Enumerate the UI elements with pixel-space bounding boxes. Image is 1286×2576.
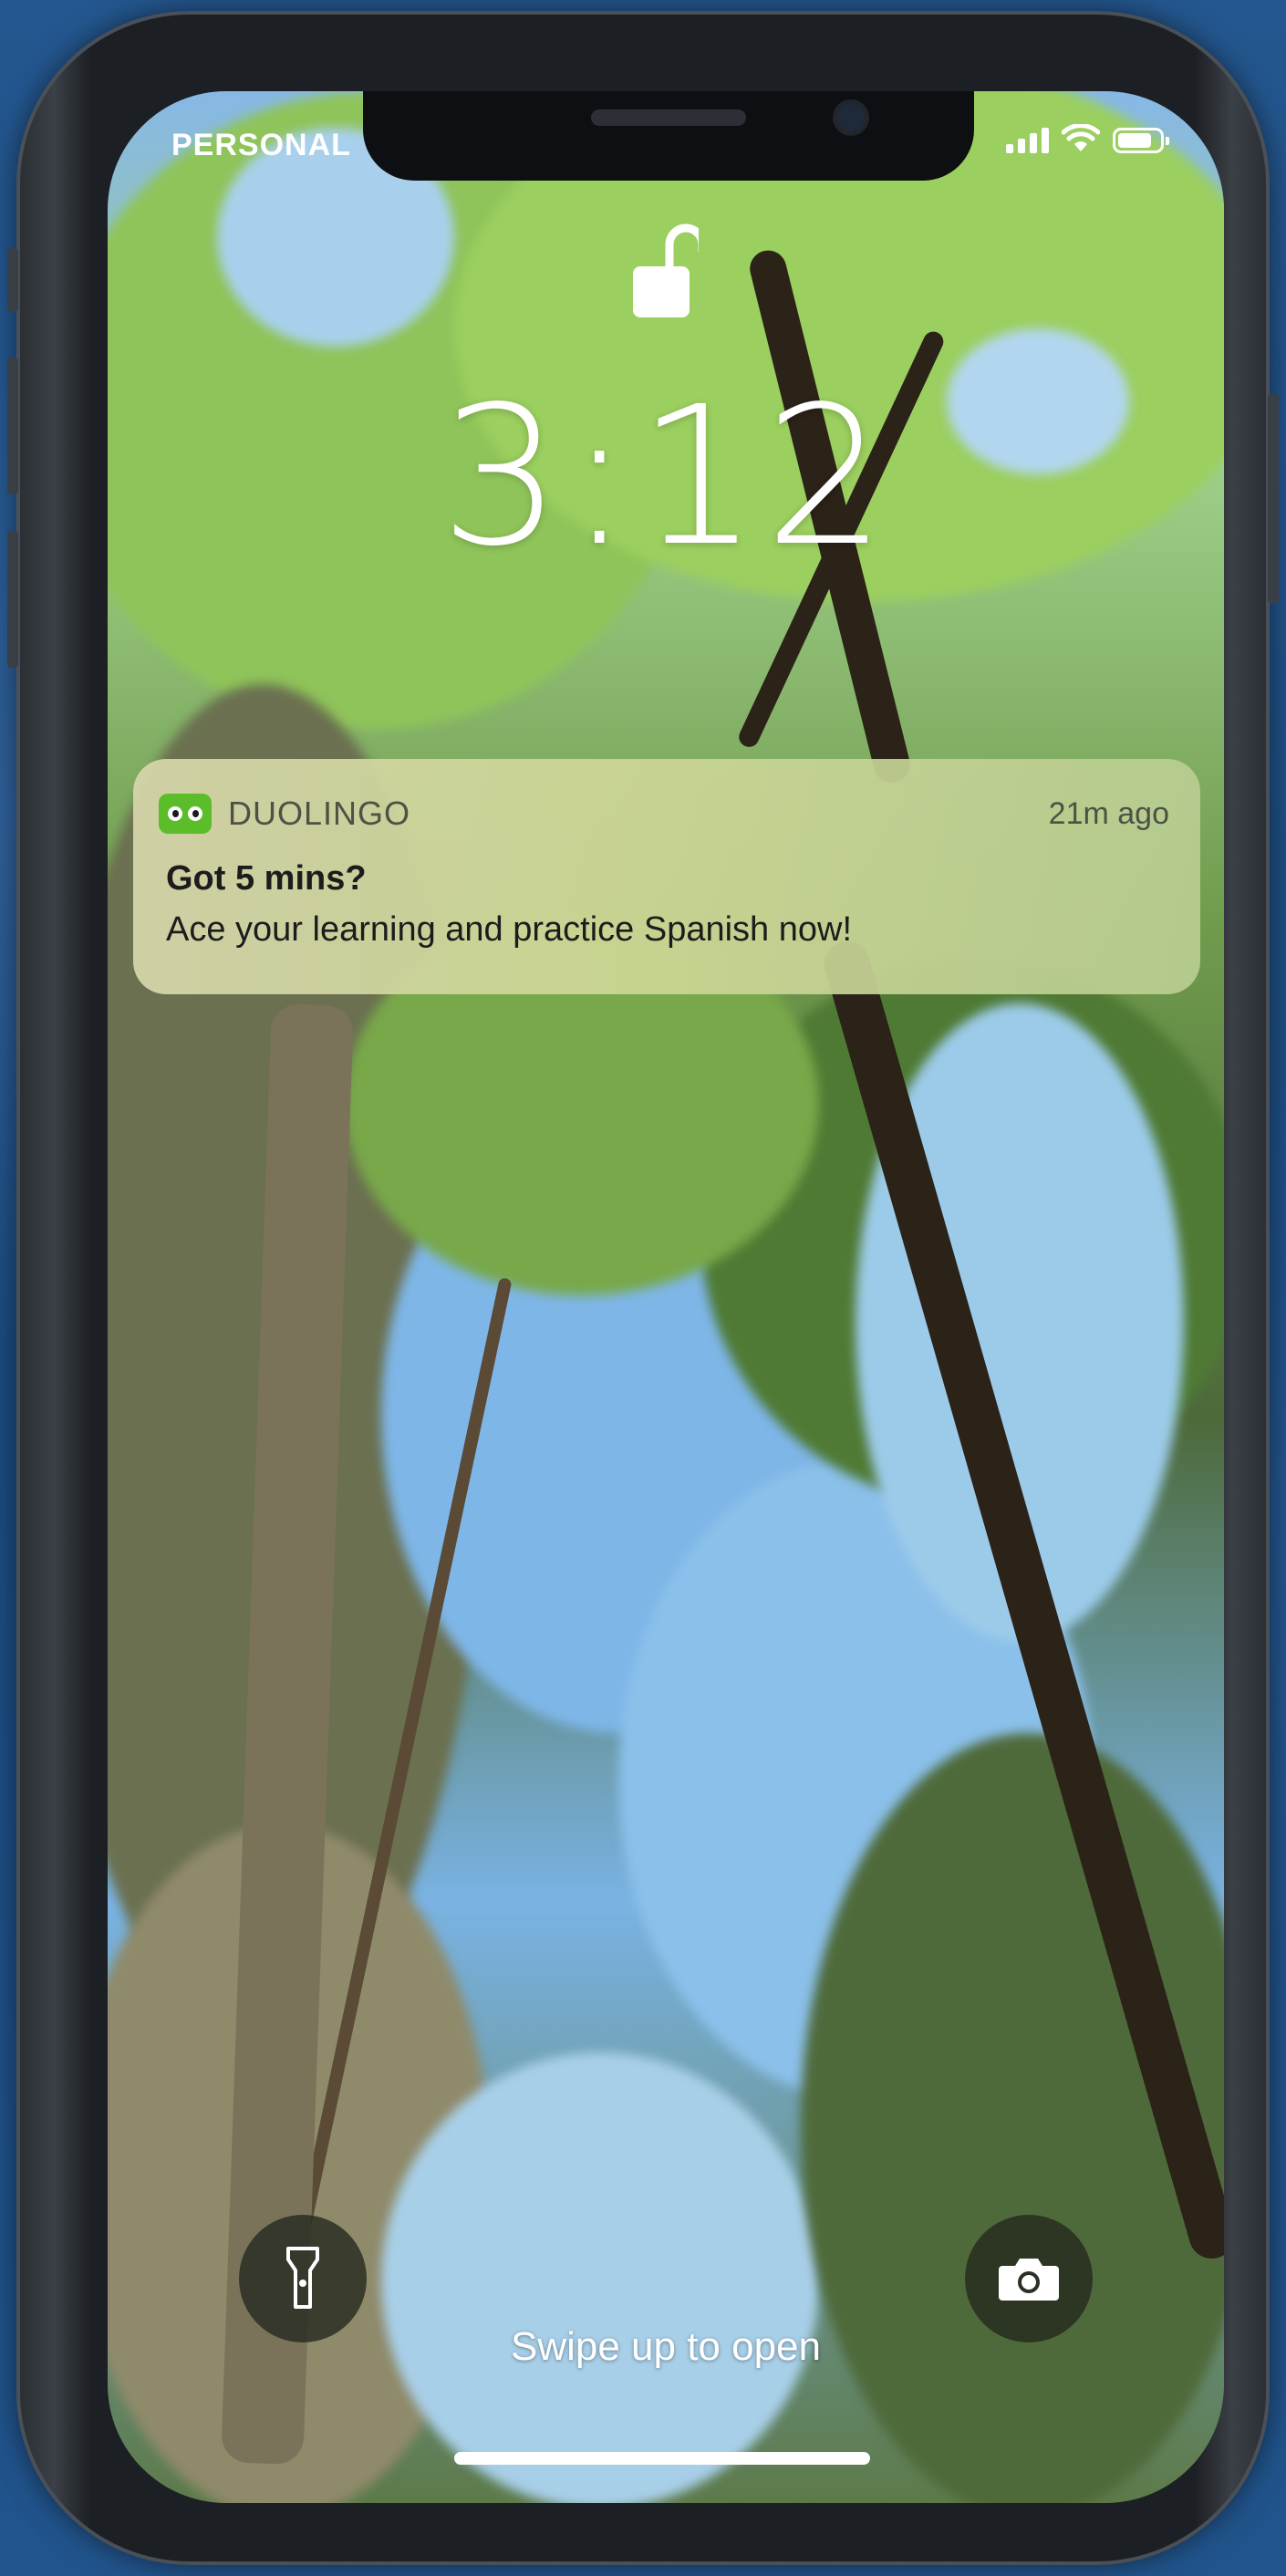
wifi-icon [1062, 124, 1100, 151]
volume-up-button [7, 358, 18, 494]
status-icons [1006, 124, 1169, 153]
unlocked-padlock-icon [633, 223, 699, 317]
phone-frame: PERSONAL 3:12 DUOLINGO 21m ago Got 5 min… [7, 11, 1279, 2565]
camera-button[interactable] [965, 2215, 1093, 2342]
flashlight-button[interactable] [239, 2215, 367, 2342]
volume-down-button [7, 531, 18, 668]
notch [363, 91, 974, 181]
camera-icon [999, 2259, 1059, 2301]
carrier-name: PERSONAL [171, 128, 351, 162]
notification-card[interactable]: DUOLINGO 21m ago Got 5 mins? Ace your le… [133, 759, 1200, 994]
flashlight-icon [286, 2247, 319, 2309]
mute-switch [7, 248, 18, 312]
clock-time: 3:12 [440, 365, 892, 588]
signal-icon [1006, 126, 1049, 153]
notification-timestamp: 21m ago [1048, 795, 1169, 831]
notification-title: Got 5 mins? [166, 859, 367, 898]
notification-body: Ace your learning and practice Spanish n… [166, 910, 853, 949]
duolingo-owl-icon [159, 794, 212, 834]
notification-header: DUOLINGO 21m ago [159, 794, 1169, 834]
front-camera [837, 104, 865, 131]
battery-icon [1113, 128, 1169, 153]
lock-screen[interactable]: PERSONAL 3:12 DUOLINGO 21m ago Got 5 min… [108, 91, 1224, 2503]
home-indicator[interactable] [454, 2452, 870, 2465]
side-button [1268, 394, 1279, 604]
notification-app-name: DUOLINGO [228, 795, 411, 832]
swipe-up-hint: Swipe up to open [510, 2324, 822, 2369]
earpiece-speaker [591, 109, 746, 126]
